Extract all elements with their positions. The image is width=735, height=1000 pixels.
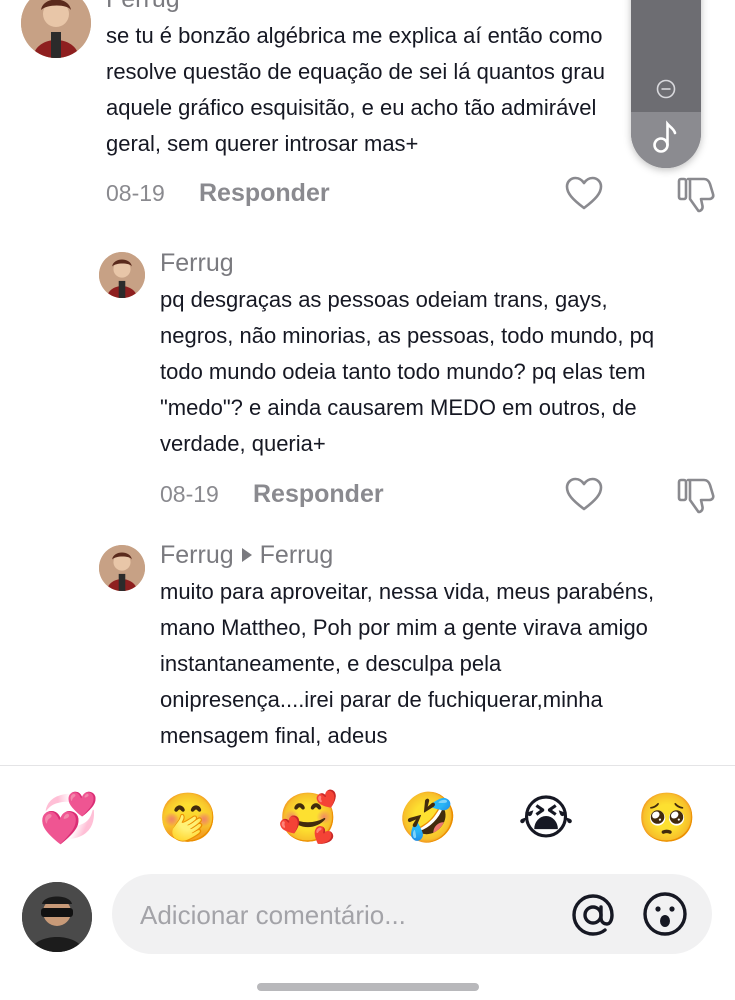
home-indicator bbox=[257, 983, 479, 991]
comment-author[interactable]: Ferrug bbox=[160, 541, 234, 569]
heart-icon[interactable] bbox=[564, 174, 604, 214]
comment-line: "medo"? e ainda causarem MEDO em outros,… bbox=[160, 395, 637, 420]
emoji-icon[interactable] bbox=[642, 891, 688, 937]
reply-button[interactable]: Responder bbox=[253, 479, 384, 509]
emoji-revolving-hearts[interactable]: 💞 bbox=[39, 790, 99, 848]
at-sign-icon[interactable] bbox=[571, 893, 615, 937]
comment-line: instantaneamente, e desculpa pela bbox=[160, 651, 502, 676]
emoji-smiling-hearts[interactable]: 🥰 bbox=[278, 790, 338, 848]
comment-author[interactable]: Ferrug bbox=[106, 0, 180, 14]
avatar[interactable] bbox=[21, 0, 91, 58]
comment-text: muito para aproveitar, nessa vida, meus … bbox=[160, 574, 654, 754]
comment-line: todo mundo odeia tanto todo mundo? pq el… bbox=[160, 359, 646, 384]
comment-line: pq desgraças as pessoas odeiam trans, ga… bbox=[160, 287, 608, 312]
music-note-icon bbox=[651, 120, 681, 154]
comment-line: onipresença....irei parar de fuchiquerar… bbox=[160, 687, 603, 712]
emoji-hand-over-mouth[interactable]: 🤭 bbox=[158, 790, 218, 848]
heart-icon[interactable] bbox=[564, 475, 604, 515]
comment-line: negros, não minorias, as pessoas, todo m… bbox=[160, 323, 655, 348]
comment-line: se tu é bonzão algébrica me explica aí e… bbox=[106, 23, 603, 48]
floating-music-player[interactable] bbox=[631, 0, 701, 168]
music-button[interactable] bbox=[631, 112, 701, 168]
comment-input[interactable] bbox=[138, 892, 562, 938]
divider bbox=[0, 765, 735, 766]
comment-line: muito para aproveitar, nessa vida, meus … bbox=[160, 579, 655, 604]
reply-button[interactable]: Responder bbox=[199, 178, 330, 208]
comment-line: aquele gráfico esquisitão, e eu acho tão… bbox=[106, 95, 597, 120]
comment-author-line: Ferrug Ferrug bbox=[160, 540, 333, 570]
emoji-pleading[interactable]: 🥺 bbox=[637, 790, 697, 848]
emoji-loudly-crying[interactable]: 😭 bbox=[517, 790, 575, 848]
comment-line: mensagem final, adeus bbox=[160, 723, 388, 748]
dislike-icon[interactable] bbox=[676, 475, 716, 515]
comment-composer[interactable] bbox=[112, 874, 712, 954]
current-user-avatar[interactable] bbox=[22, 882, 92, 952]
comment-text: se tu é bonzão algébrica me explica aí e… bbox=[106, 18, 605, 162]
avatar[interactable] bbox=[99, 252, 145, 298]
minimize-icon[interactable] bbox=[656, 79, 676, 99]
comment-date: 08-19 bbox=[160, 481, 219, 507]
avatar[interactable] bbox=[99, 545, 145, 591]
comment-line: geral, sem querer introsar mas+ bbox=[106, 131, 419, 156]
dislike-icon[interactable] bbox=[676, 174, 716, 214]
comment-text: pq desgraças as pessoas odeiam trans, ga… bbox=[160, 282, 654, 462]
comment-line: mano Mattheo, Poh por mim a gente virava… bbox=[160, 615, 648, 640]
comment-author[interactable]: Ferrug bbox=[160, 248, 234, 278]
reply-arrow-icon bbox=[241, 548, 252, 563]
comment-line: resolve questão de equação de sei lá qua… bbox=[106, 59, 606, 84]
reply-to-author[interactable]: Ferrug bbox=[260, 541, 334, 569]
comment-line: verdade, queria+ bbox=[160, 431, 326, 456]
emoji-rolling-laughing[interactable]: 🤣 bbox=[398, 790, 458, 848]
comment-date: 08-19 bbox=[106, 180, 165, 206]
quick-emoji-bar: 💞 🤭 🥰 🤣 😭 🥺 bbox=[0, 790, 735, 852]
